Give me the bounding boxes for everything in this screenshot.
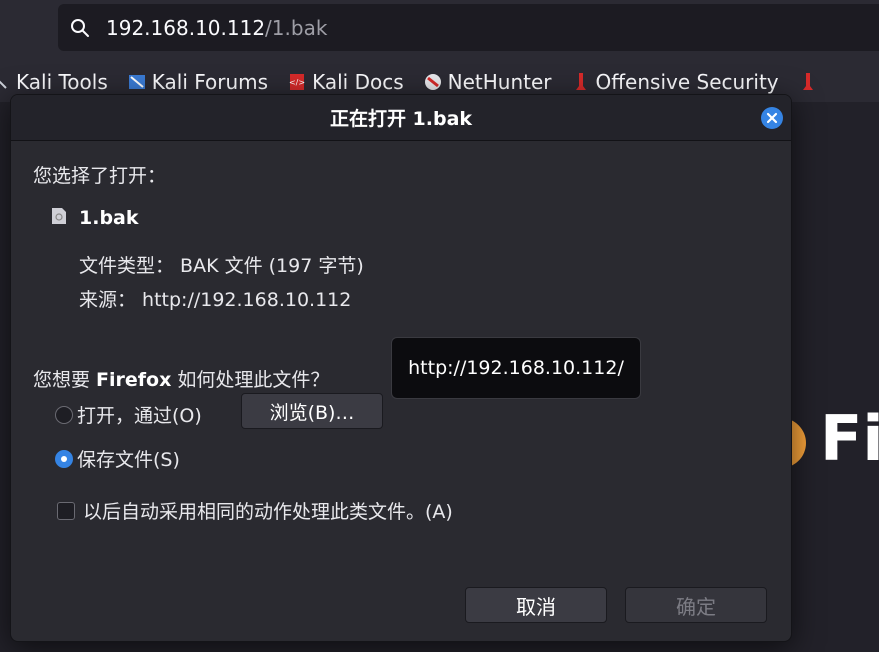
browse-button[interactable]: 浏览(B)… (241, 393, 383, 429)
save-file-label: 保存文件(S) (77, 449, 180, 471)
offsec-icon (575, 73, 586, 90)
bookmark-label: Offensive Security (595, 70, 779, 94)
file-source: 来源： http://192.168.10.112 (79, 289, 352, 311)
close-icon (766, 112, 778, 124)
ok-button[interactable]: 确定 (625, 587, 767, 623)
kali-forums-icon (128, 75, 145, 89)
open-with-label: 打开，通过(O) (77, 405, 202, 427)
action-question: 您想要 Firefox 如何处理此文件？ (33, 365, 329, 392)
svg-text:</>: </> (289, 78, 305, 87)
dialog-titlebar: 正在打开 1.bak (11, 95, 791, 141)
nethunter-icon (424, 74, 441, 90)
bookmark-nethunter[interactable]: NetHunter (424, 70, 552, 94)
auto-action-checkbox[interactable] (57, 501, 75, 520)
kali-docs-icon: </> (289, 74, 305, 90)
offsec-icon (802, 73, 813, 90)
bookmark-label: Kali Forums (151, 70, 269, 94)
file-name: 1.bak (79, 207, 139, 229)
question-suffix: 如何处理此文件？ (171, 369, 330, 391)
dialog-title: 正在打开 1.bak (329, 108, 473, 130)
bookmark-label: Kali Tools (16, 70, 108, 94)
question-app: Firefox (96, 369, 172, 391)
firefox-wordmark: Fi (820, 402, 879, 475)
source-tooltip: http://192.168.10.112/ (391, 337, 641, 399)
url-host: 192.168.10.112 (106, 15, 266, 40)
kali-icon (0, 80, 7, 89)
bookmark-overflow[interactable] (799, 72, 823, 92)
browser-toolbar: 192.168.10.112/1.bak (0, 0, 879, 62)
dialog-prompt: 您选择了打开： (33, 165, 167, 187)
open-with-option[interactable]: 打开，通过(O) (55, 401, 202, 428)
open-file-dialog: 正在打开 1.bak 您选择了打开： 1.bak 文件类型： BAK 文件 (1… (10, 94, 792, 642)
save-file-radio[interactable] (55, 449, 73, 468)
question-prefix: 您想要 (33, 369, 97, 391)
close-button[interactable] (761, 107, 783, 129)
url-path: /1.bak (265, 15, 328, 40)
file-type: 文件类型： BAK 文件 (197 字节) (79, 255, 364, 277)
bookmark-offensive-security[interactable]: Offensive Security (572, 70, 779, 94)
save-file-option[interactable]: 保存文件(S) (55, 445, 180, 472)
auto-action-option[interactable]: 以后自动采用相同的动作处理此类文件。(A) (57, 497, 453, 524)
auto-action-label: 以后自动采用相同的动作处理此类文件。(A) (83, 501, 453, 523)
bookmark-kali-forums[interactable]: Kali Forums (128, 70, 268, 94)
bookmark-label: Kali Docs (312, 70, 404, 94)
cancel-button[interactable]: 取消 (465, 587, 607, 623)
bookmark-label: NetHunter (447, 70, 552, 94)
bookmark-kali-tools[interactable]: Kali Tools (0, 70, 108, 94)
url-bar[interactable]: 192.168.10.112/1.bak (58, 4, 879, 51)
bookmark-kali-docs[interactable]: </> Kali Docs (288, 70, 404, 94)
file-icon (52, 208, 66, 224)
open-with-radio[interactable] (55, 405, 73, 424)
search-icon (71, 18, 89, 37)
